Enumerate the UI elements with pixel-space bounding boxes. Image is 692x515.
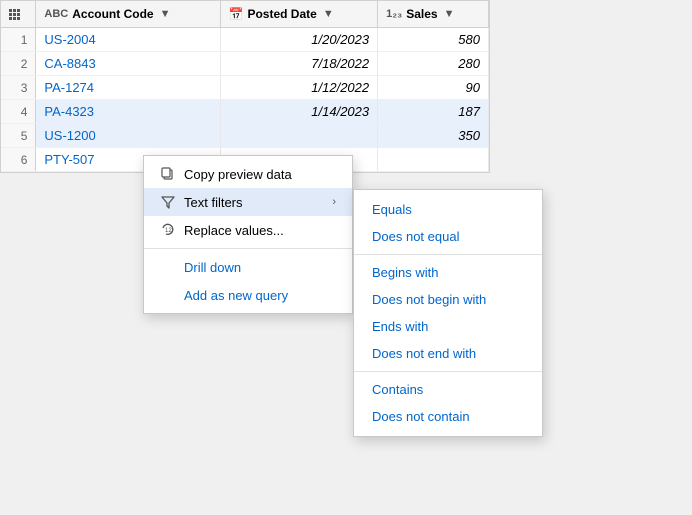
filter-icon bbox=[160, 194, 176, 210]
text-filters-item[interactable]: Text filters › bbox=[144, 188, 352, 216]
svg-text:12: 12 bbox=[165, 228, 172, 234]
replace-values-item[interactable]: 12 Replace values... bbox=[144, 216, 352, 244]
not-contain-label: Does not contain bbox=[372, 409, 470, 424]
posted-date-cell: 1/14/2023 bbox=[220, 100, 378, 124]
posted-date-cell: 1/20/2023 bbox=[220, 28, 378, 52]
copy-preview-label: Copy preview data bbox=[184, 167, 292, 182]
copy-icon bbox=[160, 166, 176, 182]
account-code-cell: US-1200 bbox=[36, 124, 220, 148]
number-icon: 1₂₃ bbox=[386, 8, 402, 20]
text-filters-label: Text filters bbox=[184, 195, 243, 210]
replace-values-label: Replace values... bbox=[184, 223, 284, 238]
submenu-separator-2 bbox=[354, 371, 542, 372]
table-row: 1US-20041/20/2023580 bbox=[1, 28, 489, 52]
not-equal-item[interactable]: Does not equal bbox=[354, 223, 542, 250]
account-code-label: Account Code bbox=[72, 7, 153, 21]
data-table: ABC Account Code ▼ 📅 Posted Date ▼ 1₂₃ bbox=[0, 0, 490, 173]
table-row: 2CA-88437/18/2022280 bbox=[1, 52, 489, 76]
abc-icon: ABC bbox=[44, 8, 68, 20]
add-query-icon bbox=[160, 287, 176, 303]
posted-date-header: 📅 Posted Date ▼ bbox=[220, 1, 378, 28]
sales-filter-btn[interactable]: ▼ bbox=[442, 8, 457, 20]
row-number: 4 bbox=[1, 100, 36, 124]
contains-label: Contains bbox=[372, 382, 423, 397]
not-begin-label: Does not begin with bbox=[372, 292, 486, 307]
sales-header: 1₂₃ Sales ▼ bbox=[378, 1, 489, 28]
drill-down-icon bbox=[160, 259, 176, 275]
ends-with-label: Ends with bbox=[372, 319, 428, 334]
drill-down-label: Drill down bbox=[184, 260, 241, 275]
row-number: 1 bbox=[1, 28, 36, 52]
drill-down-item[interactable]: Drill down bbox=[144, 253, 352, 281]
table-row: 5US-1200 350 bbox=[1, 124, 489, 148]
replace-icon: 12 bbox=[160, 222, 176, 238]
table-row: 3PA-12741/12/202290 bbox=[1, 76, 489, 100]
equals-item[interactable]: Equals bbox=[354, 196, 542, 223]
posted-date-filter-btn[interactable]: ▼ bbox=[321, 8, 336, 20]
account-code-cell: PA-4323 bbox=[36, 100, 220, 124]
copy-preview-item[interactable]: Copy preview data bbox=[144, 160, 352, 188]
account-code-cell: CA-8843 bbox=[36, 52, 220, 76]
sales-cell: 280 bbox=[378, 52, 489, 76]
not-end-label: Does not end with bbox=[372, 346, 476, 361]
account-code-cell: US-2004 bbox=[36, 28, 220, 52]
begins-with-label: Begins with bbox=[372, 265, 438, 280]
not-contain-item[interactable]: Does not contain bbox=[354, 403, 542, 430]
posted-date-cell: 7/18/2022 bbox=[220, 52, 378, 76]
submenu-separator-1 bbox=[354, 254, 542, 255]
sales-cell: 580 bbox=[378, 28, 489, 52]
posted-date-label: Posted Date bbox=[247, 7, 316, 21]
row-number: 2 bbox=[1, 52, 36, 76]
sales-cell: 350 bbox=[378, 124, 489, 148]
row-number: 3 bbox=[1, 76, 36, 100]
not-equal-label: Does not equal bbox=[372, 229, 459, 244]
row-number-header bbox=[1, 1, 36, 28]
grid-icon bbox=[9, 9, 20, 20]
posted-date-cell: 1/12/2022 bbox=[220, 76, 378, 100]
menu-separator-1 bbox=[144, 248, 352, 249]
not-begin-item[interactable]: Does not begin with bbox=[354, 286, 542, 313]
calendar-icon: 📅 bbox=[229, 7, 244, 21]
row-number: 6 bbox=[1, 148, 36, 172]
sales-cell bbox=[378, 148, 489, 172]
sales-cell: 187 bbox=[378, 100, 489, 124]
account-code-header: ABC Account Code ▼ bbox=[36, 1, 220, 28]
begins-with-item[interactable]: Begins with bbox=[354, 259, 542, 286]
add-query-item[interactable]: Add as new query bbox=[144, 281, 352, 309]
account-code-cell: PA-1274 bbox=[36, 76, 220, 100]
equals-label: Equals bbox=[372, 202, 412, 217]
contains-item[interactable]: Contains bbox=[354, 376, 542, 403]
account-code-filter-btn[interactable]: ▼ bbox=[158, 8, 173, 20]
context-menu: Copy preview data Text filters › 12 Repl… bbox=[143, 155, 353, 314]
text-filters-submenu: Equals Does not equal Begins with Does n… bbox=[353, 189, 543, 437]
row-number: 5 bbox=[1, 124, 36, 148]
not-end-item[interactable]: Does not end with bbox=[354, 340, 542, 367]
posted-date-cell bbox=[220, 124, 378, 148]
sales-label: Sales bbox=[406, 7, 437, 21]
sales-cell: 90 bbox=[378, 76, 489, 100]
table-row: 4PA-43231/14/2023187 bbox=[1, 100, 489, 124]
ends-with-item[interactable]: Ends with bbox=[354, 313, 542, 340]
text-filters-chevron: › bbox=[332, 196, 336, 208]
add-query-label: Add as new query bbox=[184, 288, 288, 303]
